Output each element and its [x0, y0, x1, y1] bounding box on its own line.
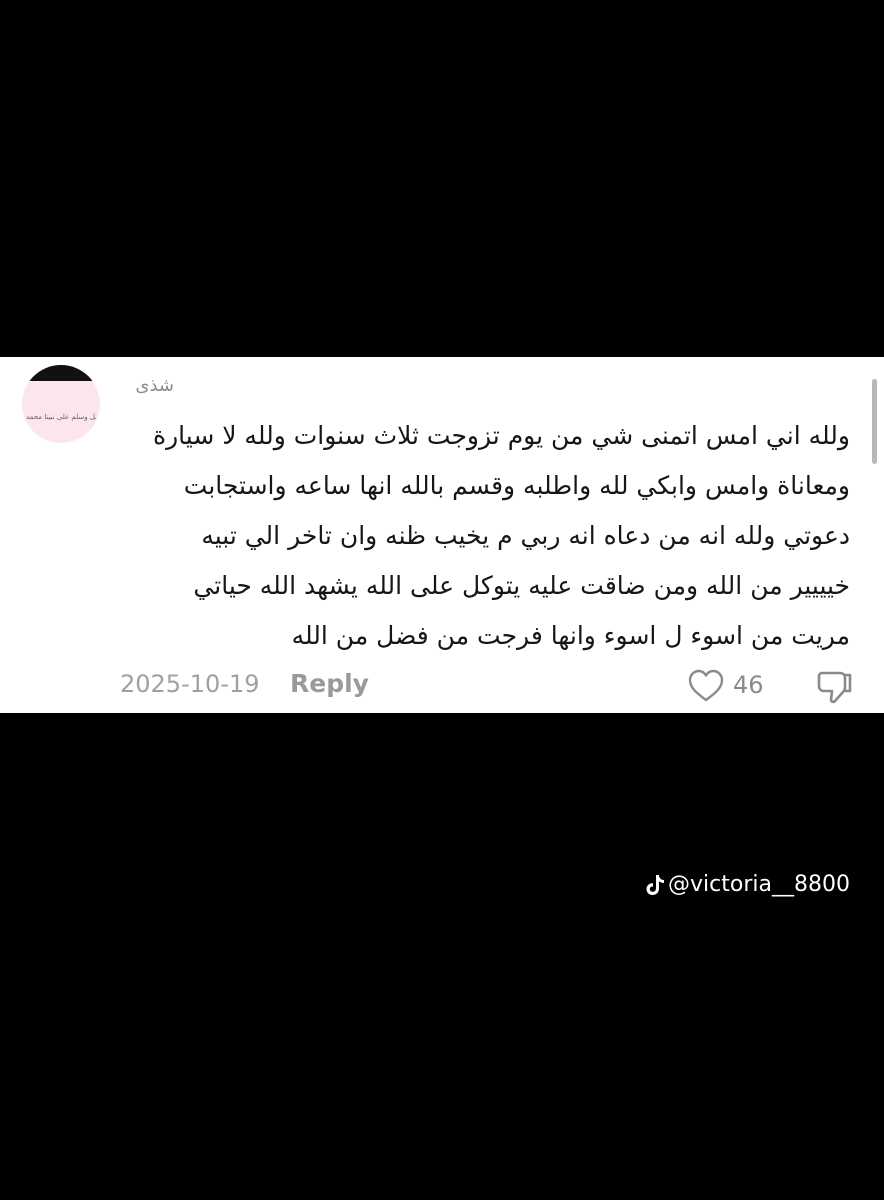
avatar-band: [22, 365, 100, 381]
username[interactable]: شذى: [135, 375, 174, 396]
tiktok-icon: [646, 874, 664, 895]
comment-text: ولله اني امس اتمنى شي من يوم تزوجت ثلاث …: [110, 411, 850, 661]
heart-icon[interactable]: [688, 669, 724, 703]
comment-line: دعوتي ولله انه من دعاه انه ربي م يخيب ظن…: [201, 521, 850, 550]
comment-line: ولله اني امس اتمنى شي من يوم تزوجت ثلاث …: [152, 421, 850, 450]
like-count: 46: [733, 671, 764, 699]
avatar[interactable]: اللهم صل وسلم على نبينا محمد: [22, 365, 100, 443]
comment-line: مريت من اسوء ل اسوء وانها فرجت من فضل من…: [291, 621, 850, 650]
avatar-text: اللهم صل وسلم على نبينا محمد: [26, 413, 96, 421]
comment-line: ومعاناة وامس وابكي لله واطلبه وقسم بالله…: [183, 471, 850, 500]
watermark: @victoria__8800: [644, 872, 850, 897]
thumbs-down-icon[interactable]: [814, 667, 854, 707]
comment-date: 2025-10-19: [120, 670, 260, 698]
scrollbar[interactable]: [872, 379, 877, 464]
comment-card: اللهم صل وسلم على نبينا محمد شذى ولله ان…: [0, 357, 884, 713]
reply-button[interactable]: Reply: [290, 669, 369, 698]
watermark-handle: @victoria__8800: [668, 872, 850, 897]
comment-line: خيييير من الله ومن ضاقت عليه يتوكل على ا…: [193, 571, 850, 600]
